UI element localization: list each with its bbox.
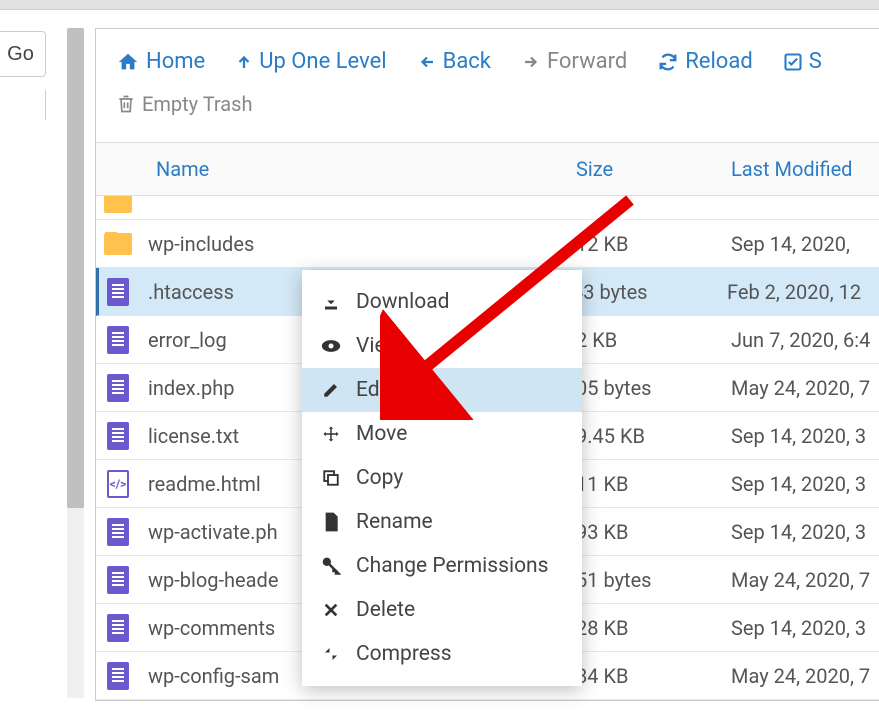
copy-icon — [322, 469, 340, 487]
file-name: license.txt — [148, 424, 239, 448]
col-name-header[interactable]: Name — [96, 143, 566, 195]
menu-permissions-label: Change Permissions — [356, 554, 548, 578]
pencil-icon — [322, 381, 340, 399]
table-header: Name Size Last Modified — [96, 142, 879, 196]
file-name: .htaccess — [148, 280, 234, 304]
file-name: wp-comments — [148, 616, 275, 640]
menu-copy-label: Copy — [356, 466, 403, 490]
key-icon — [321, 556, 341, 576]
menu-compress-label: Compress — [356, 642, 452, 666]
file-size: 28 KB — [566, 616, 721, 640]
table-row[interactable]: wp-content 1 KB Oct 1, 2020, 1 — [96, 196, 879, 220]
reload-icon — [657, 51, 679, 73]
delete-icon — [323, 602, 339, 618]
file-name: wp-includes — [148, 232, 254, 256]
back-icon — [417, 53, 437, 71]
menu-edit[interactable]: Edit — [302, 368, 582, 412]
doc-file-icon — [107, 566, 129, 594]
file-modified: May 24, 2020, 7 — [721, 376, 879, 400]
menu-view-label: View — [356, 334, 401, 358]
file-name: readme.html — [148, 472, 261, 496]
forward-icon — [521, 53, 541, 71]
file-modified: Jun 7, 2020, 6:4 — [721, 328, 879, 352]
left-scrollbar[interactable] — [67, 28, 84, 698]
menu-edit-label: Edit — [356, 378, 392, 402]
doc-file-icon — [107, 278, 129, 306]
file-modified: Sep 14, 2020, 3 — [721, 616, 879, 640]
home-icon — [116, 51, 140, 73]
back-button[interactable]: Back — [417, 49, 491, 74]
select-label: S — [809, 49, 822, 74]
menu-delete[interactable]: Delete — [302, 588, 582, 632]
file-icon — [323, 512, 339, 532]
reload-button[interactable]: Reload — [657, 49, 753, 74]
doc-file-icon — [107, 374, 129, 402]
file-size: 12 KB — [566, 232, 721, 256]
code-file-icon: </> — [107, 470, 129, 498]
menu-move[interactable]: Move — [302, 412, 582, 456]
menu-download-label: Download — [356, 290, 450, 314]
compress-icon — [322, 645, 340, 663]
back-label: Back — [443, 49, 491, 74]
up-level-button[interactable]: Up One Level — [235, 49, 386, 74]
reload-label: Reload — [685, 49, 753, 74]
folder-icon — [104, 196, 132, 213]
menu-copy[interactable]: Copy — [302, 456, 582, 500]
select-icon — [783, 52, 803, 72]
home-label: Home — [146, 49, 205, 74]
folder-icon — [104, 233, 132, 255]
menu-rename[interactable]: Rename — [302, 500, 582, 544]
move-icon — [322, 425, 340, 443]
file-size: 9.45 KB — [566, 424, 721, 448]
file-modified: Feb 2, 2020, 12 — [724, 280, 879, 304]
doc-file-icon — [107, 662, 129, 690]
eye-icon — [321, 339, 341, 353]
file-size: 84 KB — [566, 664, 721, 688]
menu-permissions[interactable]: Change Permissions — [302, 544, 582, 588]
file-name: wp-config-sam — [148, 664, 279, 688]
file-size: 43 bytes — [569, 280, 724, 304]
forward-button: Forward — [521, 49, 627, 74]
file-name: error_log — [148, 328, 227, 352]
context-menu: Download View Edit Move Copy Rename Chan… — [302, 270, 582, 686]
menu-move-label: Move — [356, 422, 407, 446]
empty-trash-label: Empty Trash — [142, 92, 253, 116]
file-size: 05 bytes — [566, 376, 721, 400]
menu-rename-label: Rename — [356, 510, 433, 534]
file-modified: Sep 14, 2020, — [721, 232, 879, 256]
home-button[interactable]: Home — [116, 49, 205, 74]
col-size-header[interactable]: Size — [566, 143, 721, 195]
file-modified: Sep 14, 2020, 3 — [721, 424, 879, 448]
menu-view[interactable]: View — [302, 324, 582, 368]
menu-compress[interactable]: Compress — [302, 632, 582, 676]
file-modified: Sep 14, 2020, 3 — [721, 520, 879, 544]
doc-file-icon — [107, 518, 129, 546]
select-button[interactable]: S — [783, 49, 822, 74]
doc-file-icon — [107, 326, 129, 354]
scrollbar-thumb[interactable] — [67, 28, 84, 508]
file-size: 51 bytes — [566, 568, 721, 592]
file-name: wp-blog-heade — [148, 568, 278, 592]
forward-label: Forward — [547, 49, 627, 74]
file-name: index.php — [148, 376, 234, 400]
download-icon — [322, 293, 340, 311]
table-row[interactable]: wp-includes 12 KBSep 14, 2020, — [96, 220, 879, 268]
file-modified: May 24, 2020, 7 — [721, 568, 879, 592]
doc-file-icon — [107, 614, 129, 642]
file-modified: May 24, 2020, 7 — [721, 664, 879, 688]
file-name: wp-activate.ph — [148, 520, 278, 544]
trash-icon — [116, 93, 136, 115]
go-button[interactable]: Go — [0, 31, 46, 77]
file-size: 2 KB — [566, 328, 721, 352]
doc-file-icon — [107, 422, 129, 450]
file-size: 11 KB — [566, 472, 721, 496]
file-size: 93 KB — [566, 520, 721, 544]
file-modified: Sep 14, 2020, 3 — [721, 472, 879, 496]
empty-trash-button: Empty Trash — [116, 92, 253, 116]
menu-download[interactable]: Download — [302, 280, 582, 324]
menu-delete-label: Delete — [356, 598, 415, 622]
up-icon — [235, 51, 253, 73]
col-modified-header[interactable]: Last Modified — [721, 143, 879, 195]
up-label: Up One Level — [259, 49, 386, 74]
